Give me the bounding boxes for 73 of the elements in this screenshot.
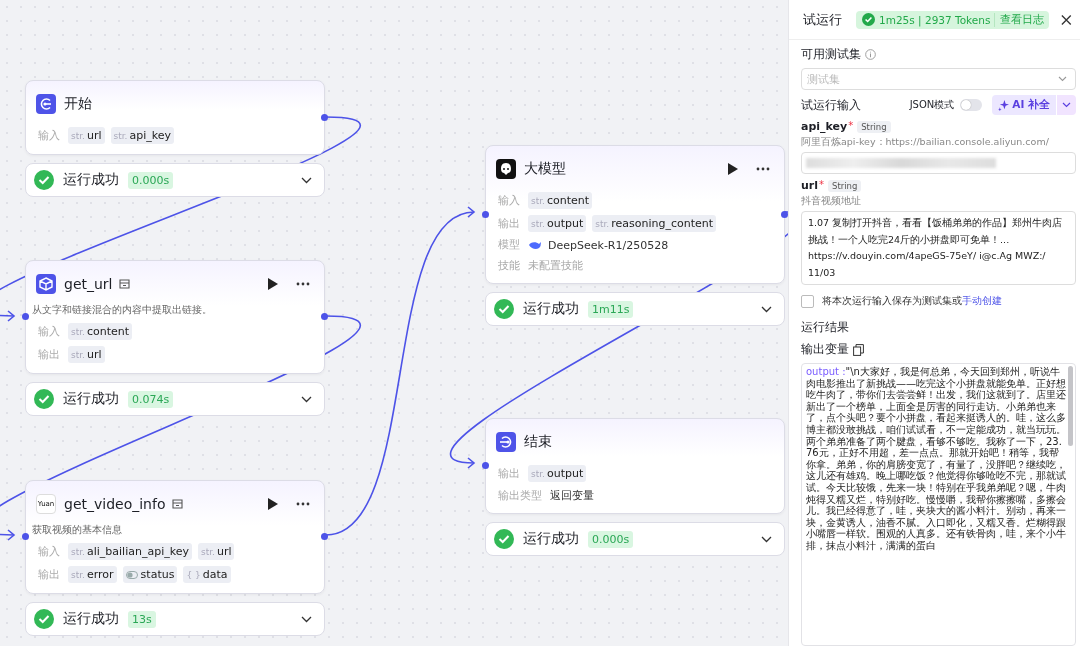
run-status-bar[interactable]: 运行成功 13s [25,602,325,636]
section-label: 可用测试集 [801,46,861,63]
output-label: 输出变量 [801,341,849,358]
node-card[interactable]: get_url 从文字和链接混合的内容中提取出链接。 输入 str. content 输出 str. url [25,260,325,374]
manual-create-link[interactable]: 手动创建 [962,295,1002,306]
row-label: 输出 [497,466,521,481]
section-label: 运行结果 [801,319,850,336]
parameter-chip: str. error [68,566,117,583]
row-label: 模型 [497,238,521,252]
parameter-chip: str. url [68,346,105,363]
parameter-chip: str. reasoning_content [592,215,717,232]
duration-badge: 0.000s [128,171,174,189]
run-summary: 1m25s | 2937 Tokens [879,13,991,26]
type-tag: String [857,120,891,133]
run-status-bar[interactable]: 运行成功 0.000s [25,163,325,197]
parameter-chip: str. content [528,192,593,209]
run-status-bar[interactable]: 运行成功 0.074s [25,382,325,416]
text-area[interactable]: 1.07 复制打开抖音，看看【饭桶弟弟的作品】郑州牛肉店挑战！一个人吃完24斤的小拼盘即可免单！... https://v.douyin.com/4apeGS-75eY/ i@c.Ag MWZ:/ 11/03 [801,211,1076,285]
field-label: url [801,179,819,192]
parameter-chip: str. content [68,323,133,340]
node-card[interactable]: 大模型 输入 str. content 输出 str. output str. reasoning_content 模型 DeepSeek-R1/250528 技能 未配置技能 [485,145,785,284]
row-label: 输入 [497,193,521,208]
model-name: DeepSeek-R1/250528 [548,238,669,252]
save-option-text: 将本次运行输入保存为测试集或手动创建 [822,294,1002,308]
parameter-chip: str. output [528,465,587,482]
required-mark: * [848,120,854,131]
type-tag: String [828,179,862,192]
node-title: 大模型 [524,160,566,178]
parameter-chip: status [122,566,178,583]
parameter-chip: str. ali_bailian_api_key [68,543,192,560]
node-title: 结束 [524,433,552,451]
field-hint: 抖音视频地址 [801,195,862,208]
node-description: 从文字和链接混合的内容中提取出链接。 [32,303,213,317]
parameter-chip: { } data [183,566,231,583]
row-label: 输出类型 [497,488,543,503]
duration-badge: 0.074s [128,390,174,408]
row-value: 返回变量 [550,488,594,503]
field-hint: 阿里百炼api-key：https://bailian.console.aliyun.com/ [801,136,1050,149]
run-status-bar[interactable]: 运行成功 0.000s [485,522,785,556]
ai-complete-button[interactable]: AI 补全 [992,95,1056,115]
row-label: 输入 [37,544,61,559]
field-label: api_key [801,120,848,133]
row-label: 输入 [37,324,61,339]
node-title: get_url [64,276,113,292]
output-text: output :"\n大家好，我是何总弟，今天回到郑州，听说牛肉电影推出了新挑战——吃完这个小拼盘就能免单。正好想吃牛肉了，带你们去尝尝鲜！出发，我们这就到了。店里还新出了一个榜单，上面全是厉害的同行走访。小弟弟也来了，点个头吧？要个小拼盘，看起来挺诱人的。哇，这么多博主都没敢挑战，咱们试试看，不一定能成功，就当玩玩。两个弟弟准备了两个腱盘，看够不够吃。我称了一下，23.76元，正好不用超，差一点点。那就开始吧！稍等，我帮你拿。弟弟，你的肩膀变宽了，有量了，没胖吧？继续吃，这儿还有雄鸡。晚上哪吃饭？他觉得你够呛吃不完，那就试试。今天比较饿，先来一块！特别在乎我弟弟呢？嗯，牛肉炖得又糯又烂，特别好吃。慢慢嚼，我帮你擦擦嘴，多擦会儿。我已经得意了，哇，夹块大的酱小料汁。别动，再来一块，金黄诱人，油香不腻。入口即化，又糯又香。烂糊得跟小嘴唇一样软。围观的人真多。还有铁骨肉，哇，来个小牛排，抹点小料汁，满满的蛋白 [806,366,1066,552]
run-status-bar[interactable]: 运行成功 1m11s [485,292,785,326]
parameter-chip: str. api_key [110,127,174,144]
toggle-label: JSON模式 [909,98,955,112]
parameter-chip: str. output [528,215,587,232]
parameter-chip: str. url [68,127,105,144]
panel-title: 试运行 [803,10,842,29]
node-description: 获取视频的基本信息 [32,523,123,537]
row-value: 未配置技能 [528,258,583,273]
duration-badge: 1m11s [588,300,634,318]
section-label: 试运行输入 [801,96,861,114]
row-label: 输出 [37,347,61,362]
row-label: 输出 [497,216,521,231]
status-text: 运行成功 [523,300,579,318]
row-label: 输入 [37,128,61,143]
node-card[interactable]: 结束 输出 str. output 输出类型 返回变量 [485,418,785,514]
duration-badge: 13s [128,610,156,628]
status-text: 运行成功 [63,171,119,189]
row-label: 输出 [37,567,61,582]
status-text: 运行成功 [63,610,119,628]
node-card[interactable]: 开始 输入 str. url str. api_key [25,80,325,155]
node-title: 开始 [64,95,92,113]
status-text: 运行成功 [523,530,579,548]
row-label: 技能 [497,258,521,273]
duration-badge: 0.000s [588,530,634,548]
required-mark: * [819,179,825,190]
status-text: 运行成功 [63,390,119,408]
parameter-chip: str. url [197,543,235,560]
node-title: get_video_info [64,496,166,512]
